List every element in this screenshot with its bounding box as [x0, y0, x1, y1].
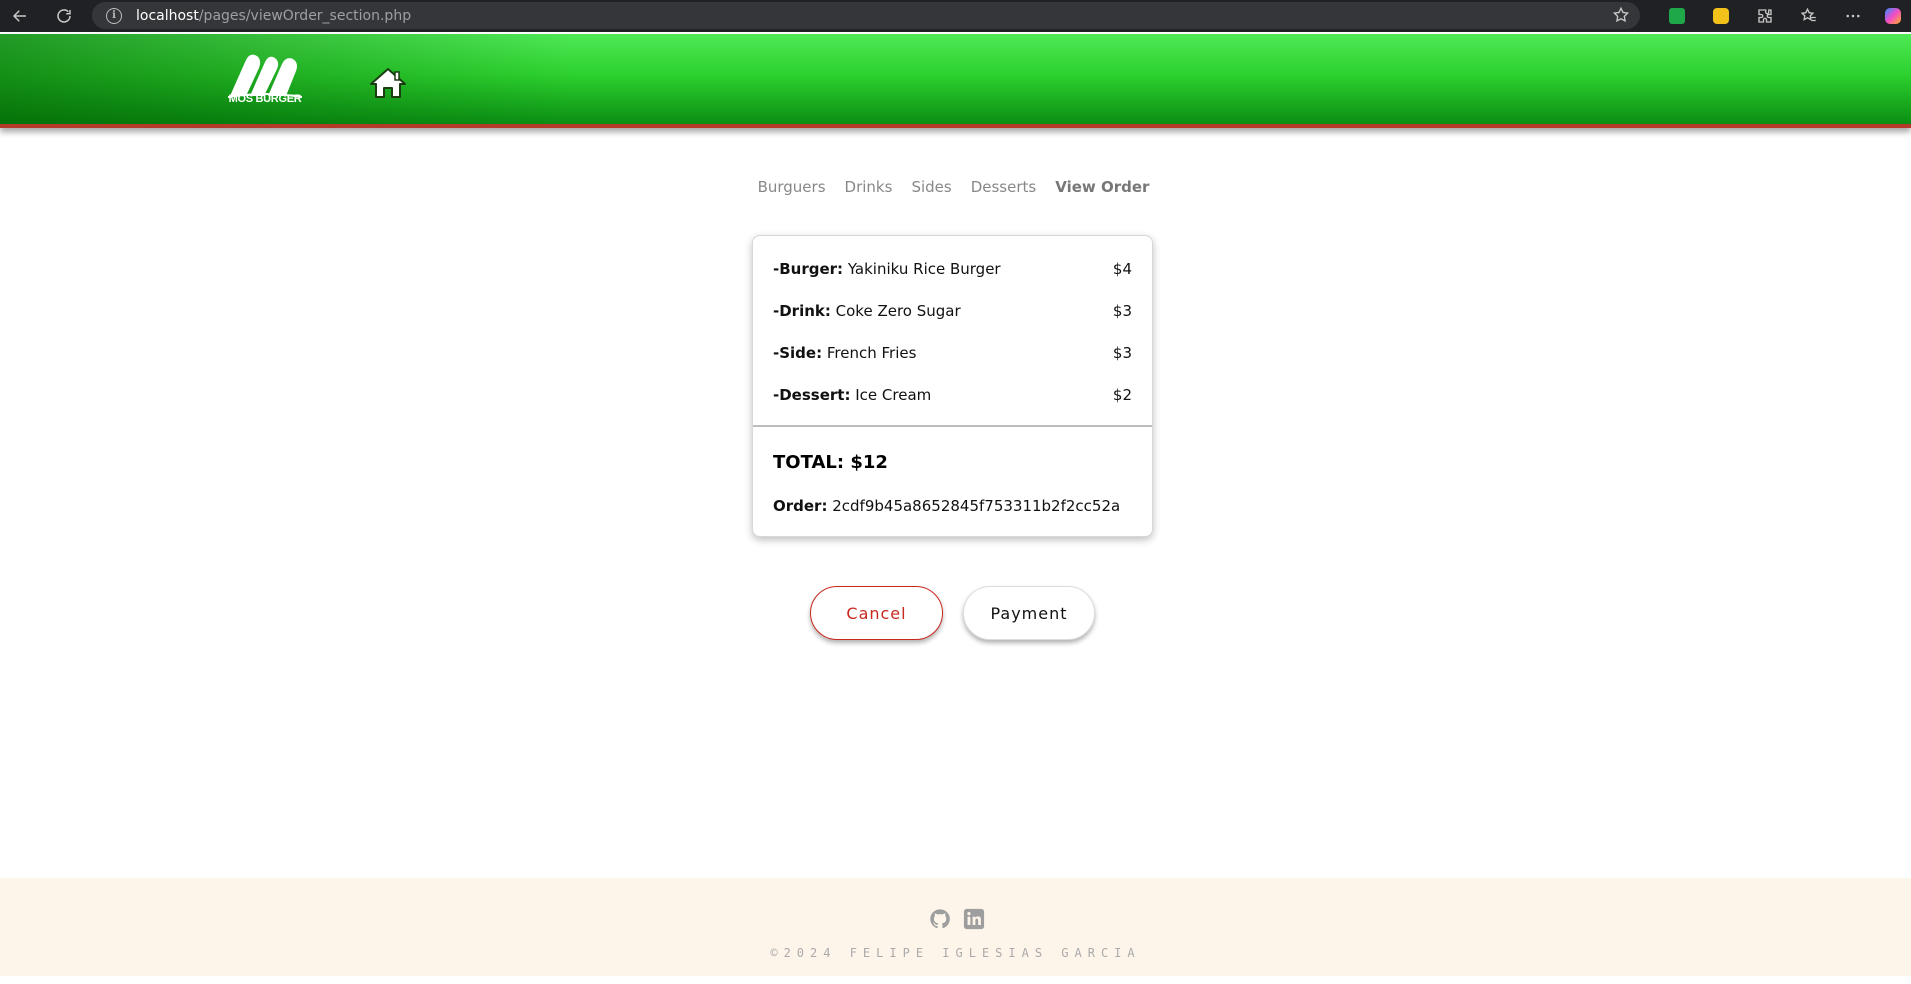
- home-icon[interactable]: [369, 66, 407, 100]
- nav-link-drinks[interactable]: Drinks: [845, 178, 893, 196]
- item-name: French Fries: [826, 344, 917, 362]
- site-info-icon[interactable]: i: [106, 7, 122, 24]
- url-path: /pages/viewOrder_section.php: [198, 7, 412, 24]
- item-category: -Dessert:: [773, 386, 851, 404]
- reload-button[interactable]: [44, 0, 84, 32]
- browser-toolbar: i localhost/pages/viewOrder_section.php: [0, 0, 1911, 32]
- order-line-side: -Side: French Fries $3: [773, 343, 1132, 363]
- back-button[interactable]: [0, 0, 40, 32]
- copyright-text: ©2024 FELIPE IGLESIAS GARCIA: [770, 946, 1141, 960]
- url-host: localhost: [136, 7, 199, 24]
- nav-link-desserts[interactable]: Desserts: [971, 178, 1037, 196]
- item-price: $4: [1112, 260, 1132, 278]
- nav-link-sides[interactable]: Sides: [911, 178, 951, 196]
- section-nav: Burguers Drinks Sides Desserts View Orde…: [0, 178, 1911, 196]
- order-id-value: 2cdf9b45a8652845f753311b2f2cc52a: [832, 497, 1121, 515]
- site-footer: ©2024 FELIPE IGLESIAS GARCIA: [0, 878, 1911, 976]
- order-id: Order: 2cdf9b45a8652845f753311b2f2cc52a: [773, 497, 1120, 515]
- extensions-puzzle-icon[interactable]: [1743, 0, 1787, 32]
- order-summary-card: -Burger: Yakiniku Rice Burger $4 -Drink:…: [752, 235, 1153, 537]
- reload-icon: [57, 9, 71, 23]
- item-price: $3: [1112, 302, 1132, 320]
- item-category: -Burger:: [773, 260, 844, 278]
- social-icons: [929, 908, 985, 930]
- more-menu-icon[interactable]: [1831, 0, 1875, 32]
- logo-text: MOS BURGER: [228, 93, 302, 105]
- order-id-label: Order:: [773, 497, 828, 515]
- item-name: Coke Zero Sugar: [835, 302, 961, 320]
- order-line-dessert: -Dessert: Ice Cream $2: [773, 385, 1132, 405]
- cancel-button[interactable]: Cancel: [810, 586, 943, 640]
- nav-link-view-order[interactable]: View Order: [1055, 178, 1149, 196]
- item-category: -Side:: [773, 344, 823, 362]
- item-category: -Drink:: [773, 302, 831, 320]
- item-price: $2: [1112, 386, 1132, 404]
- address-bar[interactable]: i localhost/pages/viewOrder_section.php: [92, 2, 1640, 29]
- item-name: Ice Cream: [855, 386, 932, 404]
- order-line-burger: -Burger: Yakiniku Rice Burger $4: [773, 259, 1132, 279]
- item-name: Yakiniku Rice Burger: [847, 260, 1001, 278]
- favorites-icon[interactable]: [1787, 0, 1831, 32]
- item-price: $3: [1112, 344, 1132, 362]
- order-total: TOTAL: $12: [773, 452, 888, 473]
- github-icon[interactable]: [929, 908, 951, 930]
- extension-yellow-icon[interactable]: [1699, 0, 1743, 32]
- back-arrow-icon: [12, 10, 26, 22]
- bookmark-star-icon[interactable]: [1612, 6, 1630, 24]
- order-line-drink: -Drink: Coke Zero Sugar $3: [773, 301, 1132, 321]
- card-divider: [753, 425, 1152, 427]
- payment-button[interactable]: Payment: [963, 586, 1095, 640]
- extensions-area: [1655, 0, 1911, 32]
- copilot-icon[interactable]: [1875, 0, 1911, 32]
- linkedin-icon[interactable]: [963, 908, 985, 930]
- extension-check-icon[interactable]: [1655, 0, 1699, 32]
- site-header: MOS BURGER: [0, 34, 1911, 128]
- nav-link-burguers[interactable]: Burguers: [758, 178, 826, 196]
